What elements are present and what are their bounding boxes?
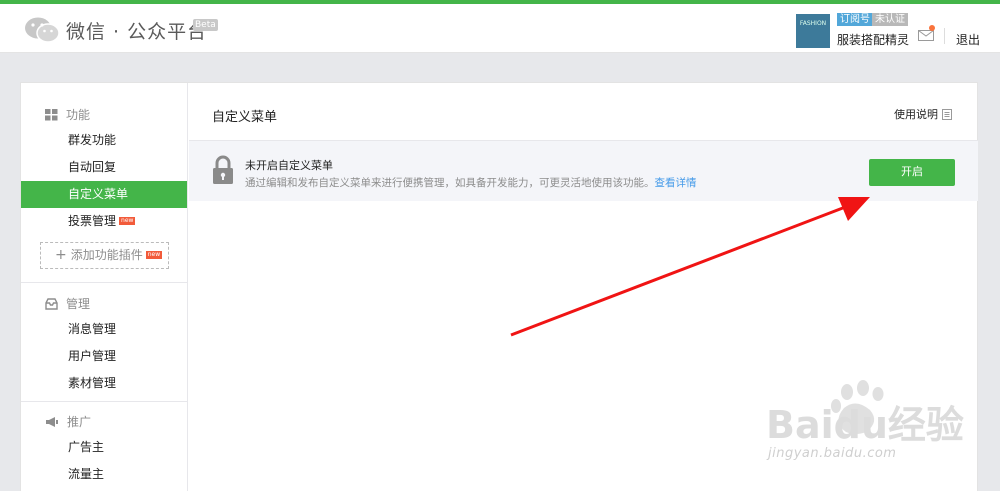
watermark-brand: Baidu经验 <box>766 403 964 447</box>
watermark-url: jingyan.baidu.com <box>768 446 897 461</box>
